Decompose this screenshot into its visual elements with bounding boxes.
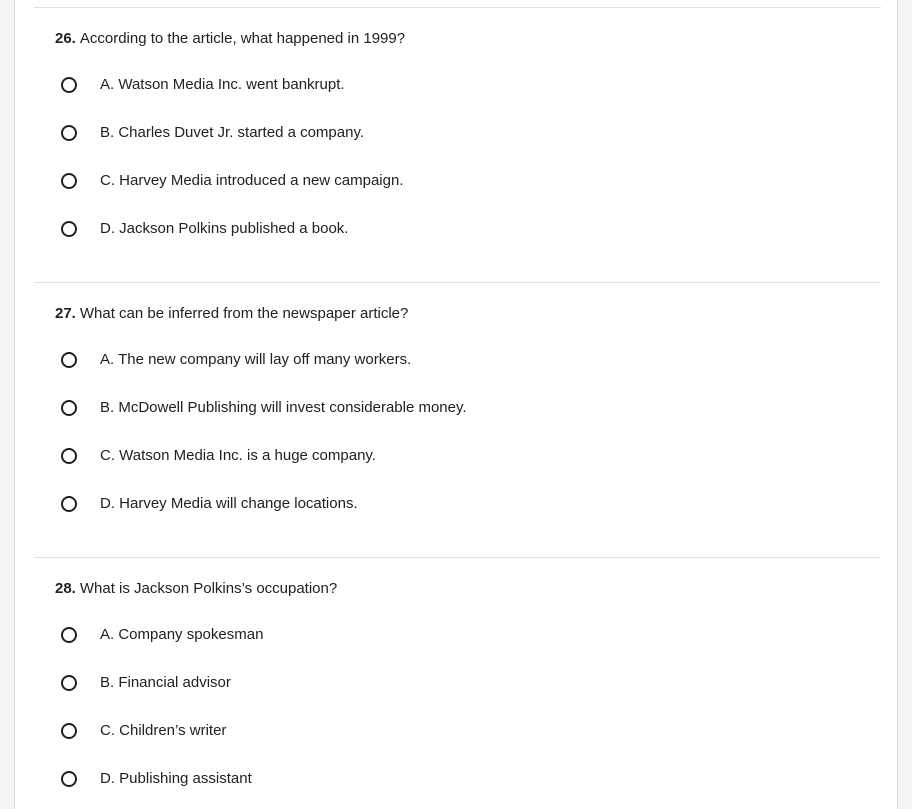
option-label: C. Harvey Media introduced a new campaig… [100, 172, 404, 189]
option-label: D. Publishing assistant [100, 770, 252, 787]
question-28: 28. What is Jackson Polkins’s occupation? [55, 579, 337, 599]
radio-button-icon[interactable] [61, 723, 77, 739]
quiz-page: 26. According to the article, what happen… [14, 0, 898, 809]
question-number: 26. [55, 30, 76, 47]
option-label: B. Charles Duvet Jr. started a company. [100, 124, 365, 141]
q27-option-a[interactable]: A. The new company will lay off many wor… [61, 350, 411, 370]
option-label: A. Watson Media Inc. went bankrupt. [100, 76, 345, 93]
question-text: What is Jackson Polkins’s occupation? [79, 580, 338, 597]
radio-button-icon[interactable] [61, 125, 77, 141]
q26-option-b[interactable]: B. Charles Duvet Jr. started a company. [61, 123, 364, 143]
radio-button-icon[interactable] [61, 675, 77, 691]
radio-button-icon[interactable] [61, 352, 77, 368]
q28-option-b[interactable]: B. Financial advisor [61, 673, 231, 693]
question-text: What can be inferred from the newspaper … [79, 305, 409, 322]
question-text: According to the article, what happened … [79, 30, 406, 47]
radio-button-icon[interactable] [61, 221, 77, 237]
option-label: B. McDowell Publishing will invest consi… [100, 399, 467, 416]
radio-button-icon[interactable] [61, 77, 77, 93]
option-label: C. Children’s writer [100, 722, 227, 739]
option-label: A. The new company will lay off many wor… [100, 351, 412, 368]
section-divider [34, 7, 881, 8]
question-27: 27. What can be inferred from the newspap… [55, 304, 408, 324]
q26-option-c[interactable]: C. Harvey Media introduced a new campaig… [61, 171, 404, 191]
option-label: C. Watson Media Inc. is a huge company. [100, 447, 376, 464]
q27-option-c[interactable]: C. Watson Media Inc. is a huge company. [61, 446, 376, 466]
q28-option-d[interactable]: D. Publishing assistant [61, 769, 252, 789]
radio-button-icon[interactable] [61, 627, 77, 643]
radio-button-icon[interactable] [61, 173, 77, 189]
q28-option-a[interactable]: A. Company spokesman [61, 625, 263, 645]
option-label: B. Financial advisor [100, 674, 231, 691]
question-number: 28. [55, 580, 76, 597]
section-divider [34, 557, 881, 558]
radio-button-icon[interactable] [61, 771, 77, 787]
question-number: 27. [55, 305, 76, 322]
section-divider [34, 282, 881, 283]
option-label: D. Harvey Media will change locations. [100, 495, 358, 512]
q27-option-d[interactable]: D. Harvey Media will change locations. [61, 494, 358, 514]
q28-option-c[interactable]: C. Children’s writer [61, 721, 226, 741]
radio-button-icon[interactable] [61, 496, 77, 512]
radio-button-icon[interactable] [61, 400, 77, 416]
radio-button-icon[interactable] [61, 448, 77, 464]
option-label: A. Company spokesman [100, 626, 264, 643]
q26-option-a[interactable]: A. Watson Media Inc. went bankrupt. [61, 75, 345, 95]
q27-option-b[interactable]: B. McDowell Publishing will invest consi… [61, 398, 467, 418]
q26-option-d[interactable]: D. Jackson Polkins published a book. [61, 219, 348, 239]
option-label: D. Jackson Polkins published a book. [100, 220, 349, 237]
question-26: 26. According to the article, what happen… [55, 29, 405, 49]
